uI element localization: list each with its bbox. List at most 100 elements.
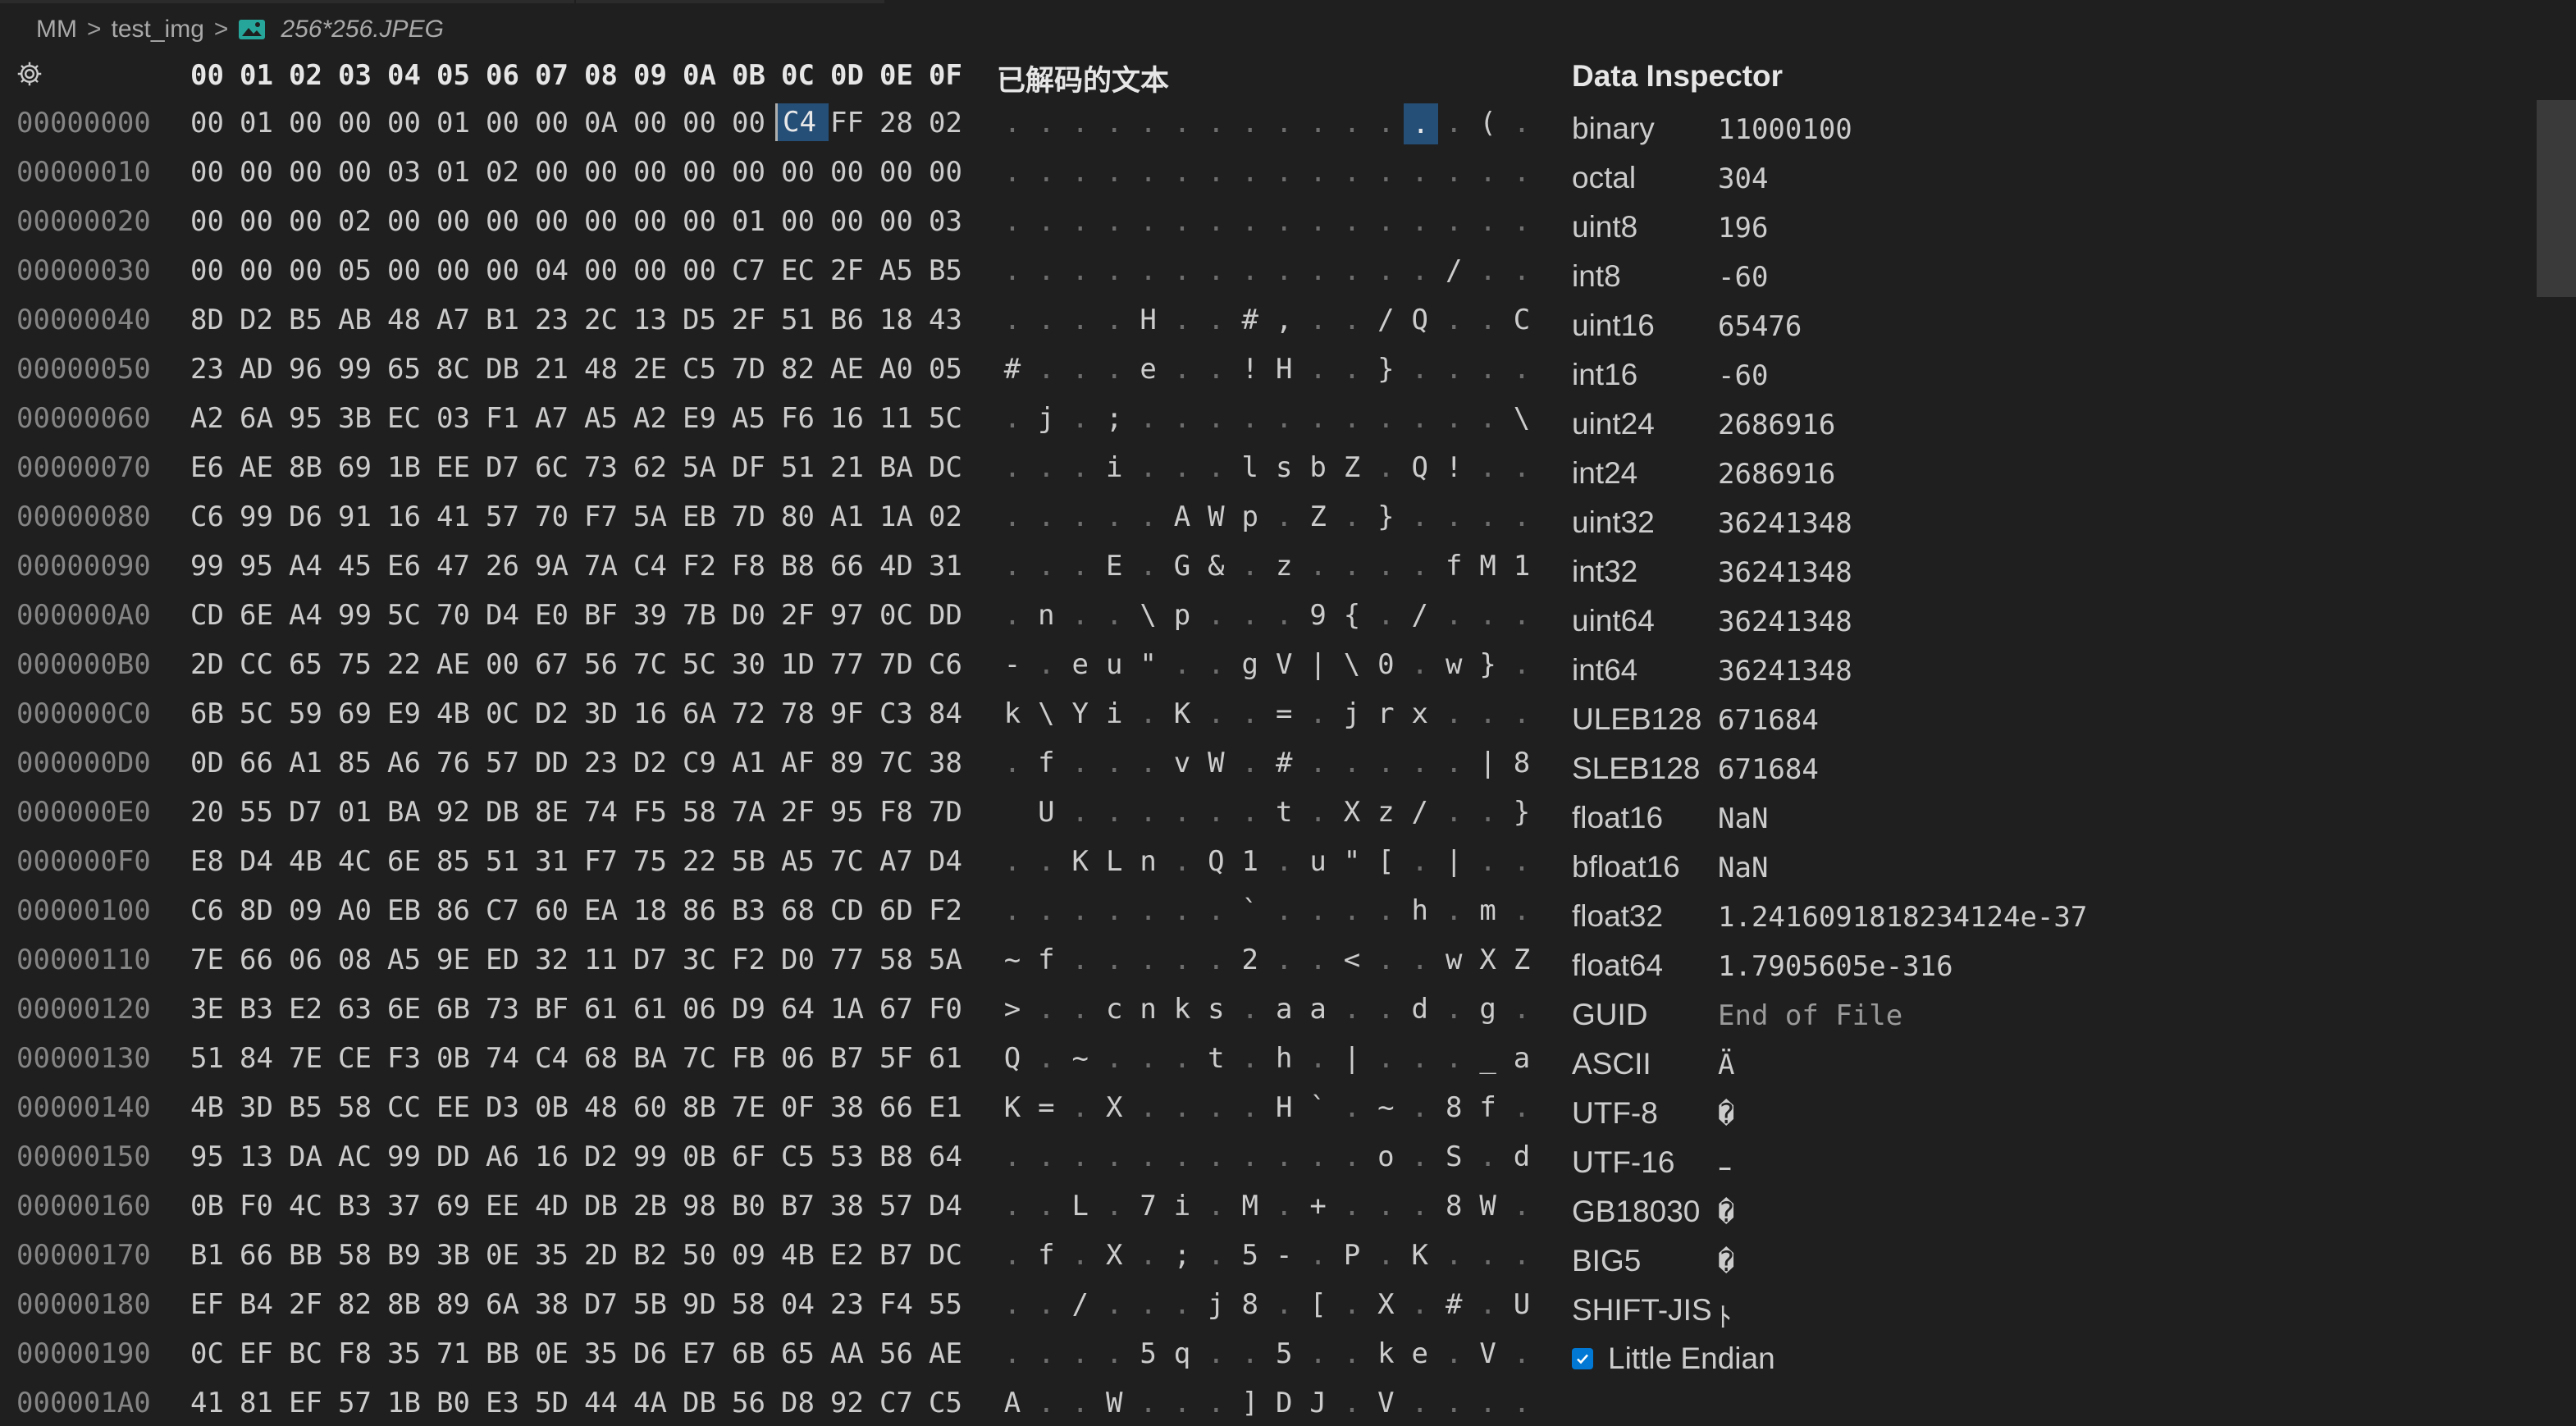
byte-cell[interactable]: 69 bbox=[338, 451, 387, 484]
decoded-char[interactable]: . bbox=[1437, 402, 1470, 435]
byte-cell[interactable]: AC bbox=[338, 1140, 387, 1173]
decoded-char[interactable]: . bbox=[1505, 993, 1538, 1026]
byte-cell[interactable]: 37 bbox=[387, 1190, 436, 1223]
decoded-char[interactable]: . bbox=[1098, 599, 1130, 632]
decoded-char[interactable]: . bbox=[1098, 1337, 1130, 1370]
decoded-char[interactable]: u bbox=[1098, 648, 1130, 681]
decoded-char[interactable]: Q bbox=[1199, 845, 1232, 878]
byte-cell[interactable]: 00 bbox=[830, 205, 879, 238]
byte-cell[interactable]: 7D bbox=[929, 796, 978, 829]
decoded-char[interactable]: . bbox=[1472, 402, 1505, 435]
byte-cell[interactable]: 0E bbox=[535, 1337, 584, 1370]
byte-cell[interactable]: 58 bbox=[338, 1239, 387, 1272]
decoded-char[interactable]: . bbox=[1064, 599, 1097, 632]
byte-cell[interactable]: 23 bbox=[830, 1288, 879, 1321]
byte-cell[interactable]: E6 bbox=[190, 451, 240, 484]
byte-cell[interactable]: 60 bbox=[633, 1091, 683, 1124]
byte-cell[interactable]: 4A bbox=[633, 1387, 683, 1419]
byte-cell[interactable]: 50 bbox=[683, 1239, 732, 1272]
byte-cell[interactable]: 99 bbox=[633, 1140, 683, 1173]
decoded-char[interactable]: . bbox=[1234, 796, 1267, 829]
byte-cell[interactable]: D0 bbox=[732, 599, 781, 632]
byte-cell[interactable]: E2 bbox=[830, 1239, 879, 1272]
byte-cell[interactable]: 00 bbox=[436, 254, 486, 287]
decoded-char[interactable]: + bbox=[1302, 1190, 1335, 1223]
decoded-char[interactable]: X bbox=[1472, 944, 1505, 976]
gear-icon[interactable] bbox=[15, 59, 44, 89]
decoded-char[interactable]: . bbox=[1199, 944, 1232, 976]
byte-cell[interactable]: 5D bbox=[535, 1387, 584, 1419]
decoded-char[interactable]: a bbox=[1267, 993, 1300, 1026]
decoded-char[interactable]: . bbox=[1404, 402, 1436, 435]
decoded-char[interactable]: J bbox=[1302, 1387, 1335, 1419]
byte-cell[interactable]: 23 bbox=[535, 304, 584, 336]
byte-cell[interactable]: 05 bbox=[929, 353, 978, 386]
byte-cell[interactable]: A7 bbox=[535, 402, 584, 435]
decoded-char[interactable]: . bbox=[1166, 107, 1199, 139]
decoded-char[interactable]: . bbox=[1132, 156, 1165, 189]
byte-cell[interactable]: D3 bbox=[486, 1091, 535, 1124]
decoded-char[interactable]: . bbox=[1437, 1239, 1470, 1272]
decoded-char[interactable]: . bbox=[1369, 550, 1402, 583]
decoded-char[interactable]: . bbox=[1336, 500, 1368, 533]
byte-cell[interactable]: 6A bbox=[683, 697, 732, 730]
decoded-char[interactable]: . bbox=[1234, 156, 1267, 189]
byte-cell[interactable]: B9 bbox=[387, 1239, 436, 1272]
byte-cell[interactable]: 16 bbox=[633, 697, 683, 730]
decoded-char[interactable]: n bbox=[1132, 845, 1165, 878]
decoded-char[interactable]: . bbox=[1267, 107, 1300, 139]
byte-cell[interactable]: D2 bbox=[633, 747, 683, 779]
decoded-char[interactable]: . bbox=[1132, 1042, 1165, 1075]
byte-cell[interactable]: EB bbox=[683, 500, 732, 533]
decoded-char[interactable]: . bbox=[1437, 894, 1470, 927]
decoded-char[interactable]: . bbox=[1030, 156, 1062, 189]
byte-cell[interactable]: 4C bbox=[289, 1190, 338, 1223]
byte-cell[interactable]: 08 bbox=[338, 944, 387, 976]
byte-cell[interactable]: 00 bbox=[240, 254, 289, 287]
byte-cell[interactable]: 06 bbox=[781, 1042, 830, 1075]
byte-cell[interactable]: 35 bbox=[387, 1337, 436, 1370]
byte-cell[interactable]: 02 bbox=[929, 500, 978, 533]
decoded-char[interactable]: # bbox=[1234, 304, 1267, 336]
decoded-char[interactable]: 5 bbox=[1267, 1337, 1300, 1370]
decoded-char[interactable]: . bbox=[1064, 304, 1097, 336]
decoded-char[interactable]: K bbox=[996, 1091, 1029, 1124]
byte-cell[interactable]: 66 bbox=[879, 1091, 929, 1124]
decoded-char[interactable]: n bbox=[1030, 599, 1062, 632]
decoded-char[interactable]: . bbox=[1505, 1387, 1538, 1419]
byte-cell[interactable]: 58 bbox=[338, 1091, 387, 1124]
decoded-char[interactable]: . bbox=[996, 205, 1029, 238]
decoded-char[interactable]: o bbox=[1369, 1140, 1402, 1173]
byte-cell[interactable]: 3C bbox=[683, 944, 732, 976]
byte-cell[interactable]: 35 bbox=[535, 1239, 584, 1272]
decoded-char[interactable]: 5 bbox=[1234, 1239, 1267, 1272]
byte-cell[interactable]: 58 bbox=[732, 1288, 781, 1321]
byte-cell[interactable]: 56 bbox=[732, 1387, 781, 1419]
decoded-char[interactable]: . bbox=[1302, 107, 1335, 139]
decoded-char[interactable]: . bbox=[1064, 550, 1097, 583]
byte-cell[interactable]: 4B bbox=[190, 1091, 240, 1124]
decoded-char[interactable]: \ bbox=[1336, 648, 1368, 681]
byte-cell[interactable]: 00 bbox=[338, 107, 387, 139]
byte-cell[interactable]: C4 bbox=[535, 1042, 584, 1075]
byte-cell[interactable]: AE bbox=[830, 353, 879, 386]
decoded-char[interactable]: . bbox=[1166, 1387, 1199, 1419]
byte-cell[interactable]: EE bbox=[436, 451, 486, 484]
decoded-char[interactable]: z bbox=[1369, 796, 1402, 829]
byte-cell[interactable]: F2 bbox=[929, 894, 978, 927]
byte-cell[interactable]: 0C bbox=[879, 599, 929, 632]
decoded-char[interactable]: . bbox=[1098, 1140, 1130, 1173]
decoded-char[interactable]: - bbox=[996, 648, 1029, 681]
byte-cell[interactable]: D5 bbox=[683, 304, 732, 336]
decoded-char[interactable]: . bbox=[1064, 156, 1097, 189]
decoded-char[interactable]: . bbox=[996, 500, 1029, 533]
decoded-char[interactable]: f bbox=[1472, 1091, 1505, 1124]
decoded-char[interactable]: . bbox=[1267, 402, 1300, 435]
byte-cell[interactable]: 7E bbox=[190, 944, 240, 976]
byte-cell[interactable]: 99 bbox=[338, 353, 387, 386]
decoded-char[interactable]: M bbox=[1472, 550, 1505, 583]
byte-cell[interactable]: A1 bbox=[830, 500, 879, 533]
byte-cell[interactable]: 69 bbox=[338, 697, 387, 730]
byte-cell[interactable]: 00 bbox=[289, 205, 338, 238]
decoded-char[interactable]: . bbox=[1234, 402, 1267, 435]
